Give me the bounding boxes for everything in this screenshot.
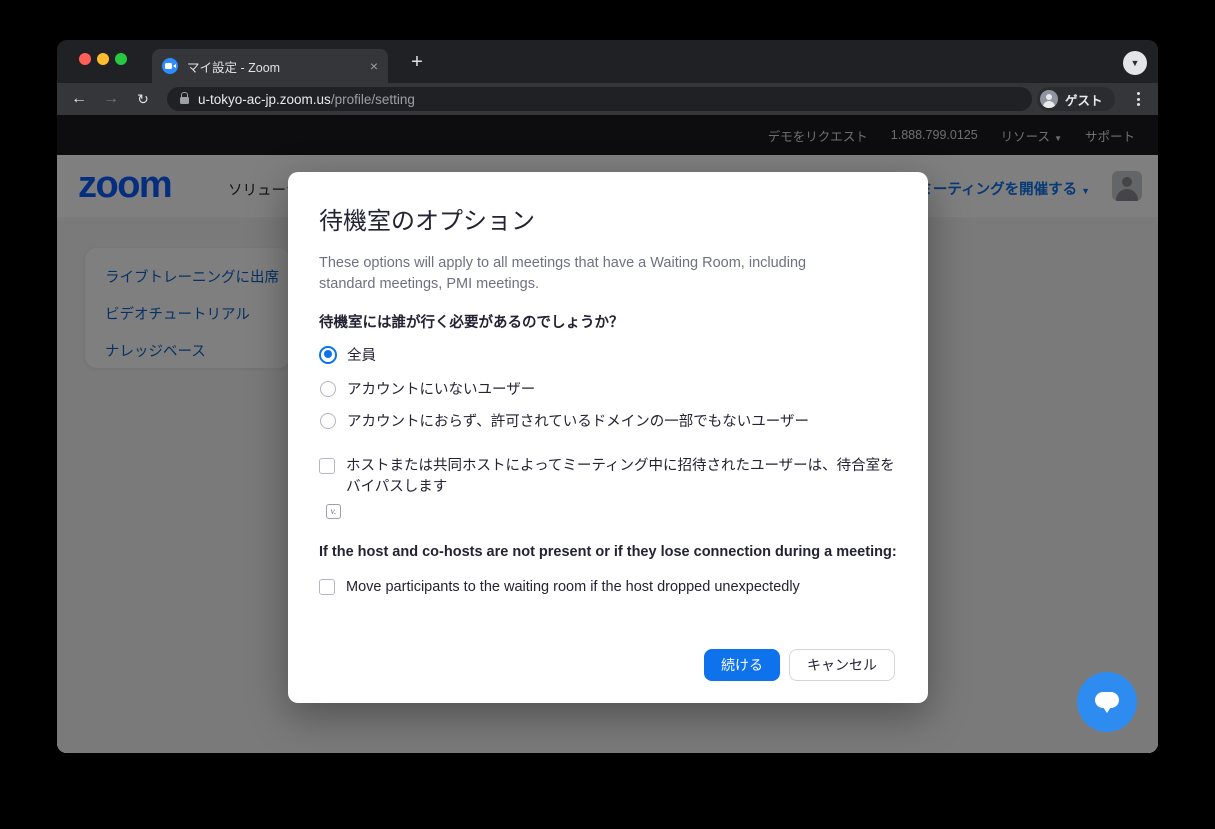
chat-bubble-icon <box>1095 692 1119 708</box>
browser-toolbar: ← → ↻ u-tokyo-ac-jp.zoom.us /profile/set… <box>57 83 1158 115</box>
close-window-button[interactable] <box>79 53 91 65</box>
lock-icon <box>180 97 189 104</box>
zoom-favicon-icon <box>162 58 178 74</box>
chat-bubble-tail-icon <box>1103 707 1111 713</box>
radio-unselected-icon[interactable] <box>320 381 336 397</box>
host-absent-heading: If the host and co-hosts are not present… <box>319 544 897 560</box>
browser-menu-icon[interactable] <box>1129 90 1147 108</box>
new-tab-button[interactable]: + <box>403 49 431 77</box>
radio-everyone[interactable]: 全員 <box>319 344 376 365</box>
dialog-question: 待機室には誰が行く必要があるのでしょうか？ <box>319 311 624 332</box>
chat-fab-button[interactable] <box>1077 672 1137 732</box>
checkbox-bypass-waiting-room[interactable]: ホストまたは共同ホストによってミーティング中に招待されたユーザーは、待合室をバイ… <box>319 456 904 498</box>
radio-label: 全員 <box>347 344 376 365</box>
radio-users-not-in-account-or-domain[interactable]: アカウントにおらず、許可されているドメインの一部でもないユーザー <box>319 410 809 431</box>
minimize-window-button[interactable] <box>97 53 109 65</box>
broken-image-icon: v. <box>326 504 341 519</box>
guest-avatar-icon <box>1040 90 1058 108</box>
continue-button[interactable]: 続ける <box>704 649 780 681</box>
waiting-room-options-dialog: 待機室のオプション These options will apply to al… <box>288 172 928 703</box>
checkbox-icon[interactable] <box>319 458 335 474</box>
forward-icon: → <box>99 87 123 111</box>
address-bar[interactable]: u-tokyo-ac-jp.zoom.us /profile/setting <box>167 87 1032 111</box>
radio-label: アカウントにおらず、許可されているドメインの一部でもないユーザー <box>347 410 809 431</box>
checkbox-icon[interactable] <box>319 579 335 595</box>
tab-strip: マイ設定 - Zoom × + ▼ <box>57 40 1158 83</box>
close-tab-icon[interactable]: × <box>370 59 378 73</box>
dialog-description: These options will apply to all meetings… <box>319 253 859 295</box>
dialog-actions: 続ける キャンセル <box>704 649 895 681</box>
browser-window: マイ設定 - Zoom × + ▼ ← → ↻ u-tokyo-ac-jp.zo… <box>57 40 1158 753</box>
radio-users-not-in-account[interactable]: アカウントにいないユーザー <box>319 378 535 399</box>
browser-profile-button[interactable]: ゲスト <box>1037 87 1115 111</box>
cancel-button[interactable]: キャンセル <box>789 649 895 681</box>
zoom-window-button[interactable] <box>115 53 127 65</box>
radio-label: アカウントにいないユーザー <box>347 378 535 399</box>
dialog-title: 待機室のオプション <box>319 201 535 236</box>
checkbox-label: Move participants to the waiting room if… <box>346 577 904 598</box>
reload-icon[interactable]: ↻ <box>131 87 155 111</box>
guest-label: ゲスト <box>1065 90 1103 109</box>
checkbox-move-participants[interactable]: Move participants to the waiting room if… <box>319 577 904 598</box>
url-path: /profile/setting <box>331 92 415 107</box>
browser-tab[interactable]: マイ設定 - Zoom × <box>152 49 388 83</box>
tab-title: マイ設定 - Zoom <box>187 57 370 76</box>
back-icon[interactable]: ← <box>67 87 91 111</box>
checkbox-label: ホストまたは共同ホストによってミーティング中に招待されたユーザーは、待合室をバイ… <box>346 456 904 498</box>
url-host: u-tokyo-ac-jp.zoom.us <box>198 92 331 107</box>
radio-unselected-icon[interactable] <box>320 413 336 429</box>
chevron-down-icon[interactable]: ▼ <box>1123 51 1147 75</box>
radio-selected-icon[interactable] <box>319 346 337 364</box>
